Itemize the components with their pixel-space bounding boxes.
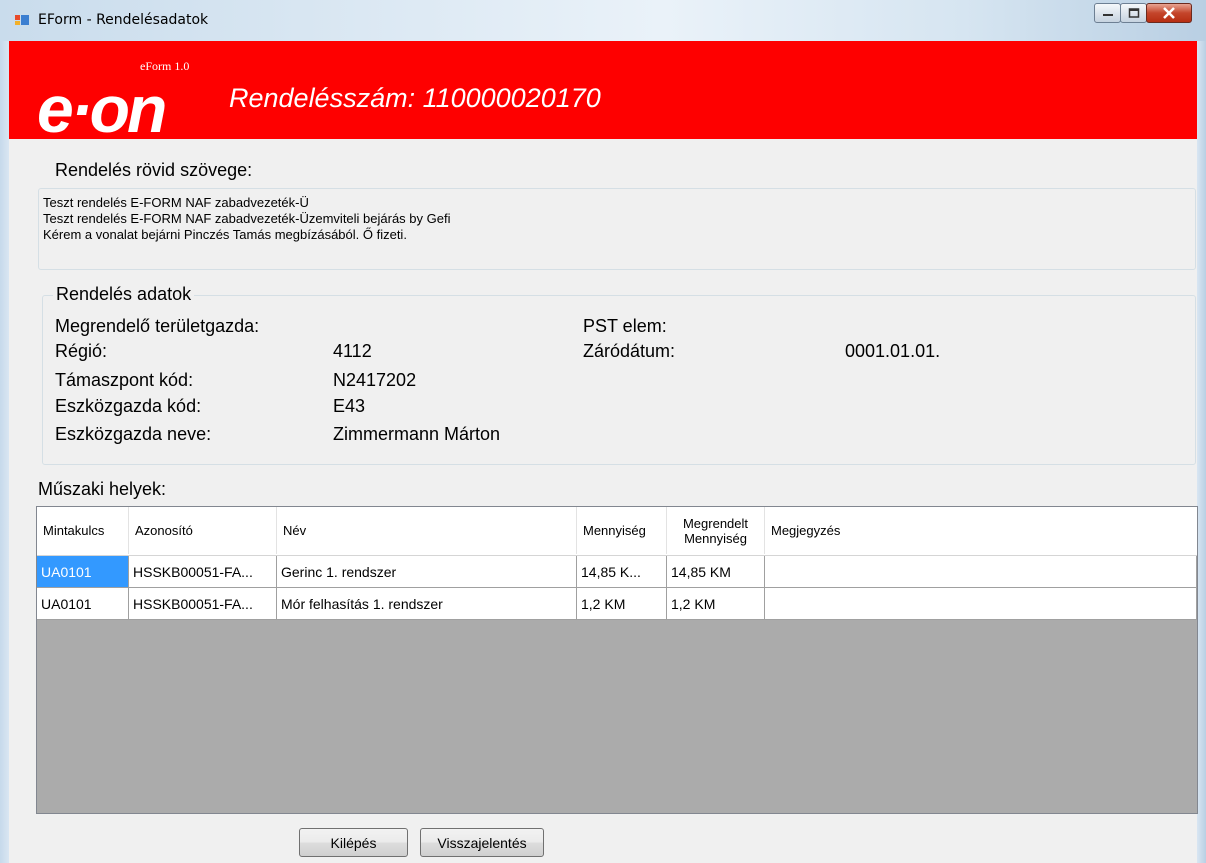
maximize-button[interactable]	[1120, 3, 1147, 23]
column-header-sample-key[interactable]: Mintakulcs	[37, 507, 129, 554]
grid-header: Mintakulcs Azonosító Név Mennyiség Megre…	[37, 507, 1197, 556]
field-value-close-date: 0001.01.01.	[845, 341, 941, 361]
technical-places-grid[interactable]: Mintakulcs Azonosító Név Mennyiség Megre…	[36, 506, 1198, 814]
short-text-label: Rendelés rövid szövege:	[55, 160, 253, 180]
minimize-button[interactable]	[1094, 3, 1121, 23]
column-header-ordered-line2: Mennyiség	[684, 530, 747, 546]
order-data-legend: Rendelés adatok	[53, 284, 195, 305]
cell-quantity[interactable]: 1,2 KM	[577, 588, 667, 620]
eform-version: eForm 1.0	[140, 59, 190, 73]
close-button[interactable]	[1146, 3, 1192, 23]
field-label-area-manager: Megrendelő területgazda:	[55, 316, 260, 336]
field-label-pst-element: PST elem:	[583, 316, 667, 336]
short-text-line: Teszt rendelés E-FORM NAF zabadvezeték-Ü	[43, 195, 309, 210]
technical-places-label: Műszaki helyek:	[38, 479, 167, 499]
field-label-support-code: Támaszpont kód:	[55, 370, 194, 390]
field-label-close-date: Záródátum:	[583, 341, 676, 361]
short-text-line: Kérem a vonalat bejárni Pinczés Tamás me…	[43, 227, 407, 242]
column-header-ordered-line1: Megrendelt	[682, 515, 749, 531]
cell-sample-key[interactable]: UA0101	[37, 556, 129, 588]
field-value-region: 4112	[333, 341, 372, 361]
short-text-box: Teszt rendelés E-FORM NAF zabadvezeték-Ü…	[38, 188, 1196, 270]
cell-sample-key[interactable]: UA0101	[37, 588, 129, 620]
field-value-owner-name: Zimmermann Márton	[333, 424, 501, 444]
window-right-border	[1197, 41, 1206, 863]
column-header-note[interactable]: Megjegyzés	[765, 507, 1197, 554]
caption-buttons	[1094, 3, 1192, 25]
cell-name[interactable]: Mór felhasítás 1. rendszer	[277, 588, 577, 620]
header-banner: eForm 1.0 e·on Rendelésszám: 11000002017…	[9, 41, 1197, 139]
column-header-quantity[interactable]: Mennyiség	[577, 507, 667, 554]
cell-note[interactable]	[765, 556, 1197, 588]
cell-note[interactable]	[765, 588, 1197, 620]
close-icon	[1163, 7, 1175, 19]
maximize-icon	[1128, 8, 1139, 18]
svg-text:e·on: e·on	[37, 77, 165, 139]
order-number: Rendelésszám: 110000020170	[229, 83, 601, 113]
field-label-owner-name: Eszközgazda neve:	[55, 424, 212, 444]
cell-ordered-quantity[interactable]: 14,85 KM	[667, 556, 765, 588]
eon-logo: e·on	[37, 77, 168, 139]
column-header-ordered-quantity[interactable]: Megrendelt Mennyiség	[667, 507, 765, 554]
minimize-icon	[1102, 14, 1113, 16]
table-row[interactable]: UA0101 HSSKB00051-FA... Gerinc 1. rendsz…	[37, 556, 1197, 588]
cell-identifier[interactable]: HSSKB00051-FA...	[129, 556, 277, 588]
table-row[interactable]: UA0101 HSSKB00051-FA... Mór felhasítás 1…	[37, 588, 1197, 620]
exit-button[interactable]: Kilépés	[299, 828, 408, 857]
cell-quantity[interactable]: 14,85 K...	[577, 556, 667, 588]
column-header-name[interactable]: Név	[277, 507, 577, 554]
column-header-identifier[interactable]: Azonosító	[129, 507, 277, 554]
cell-ordered-quantity[interactable]: 1,2 KM	[667, 588, 765, 620]
field-value-support-code: N2417202	[333, 370, 417, 390]
title-bar[interactable]: EForm - Rendelésadatok	[0, 0, 1206, 41]
field-label-region: Régió:	[55, 341, 108, 361]
app-icon	[15, 15, 29, 25]
cell-identifier[interactable]: HSSKB00051-FA...	[129, 588, 277, 620]
window-title: EForm - Rendelésadatok	[38, 12, 209, 28]
application-window: EForm - Rendelésadatok eForm 1.0 e·on Re…	[0, 0, 1206, 863]
report-button[interactable]: Visszajelentés	[420, 828, 544, 857]
field-label-owner-code: Eszközgazda kód:	[55, 396, 202, 416]
window-left-border	[0, 41, 9, 863]
cell-name[interactable]: Gerinc 1. rendszer	[277, 556, 577, 588]
field-value-owner-code: E43	[333, 396, 366, 416]
short-text-line: Teszt rendelés E-FORM NAF zabadvezeték-Ü…	[43, 211, 451, 226]
